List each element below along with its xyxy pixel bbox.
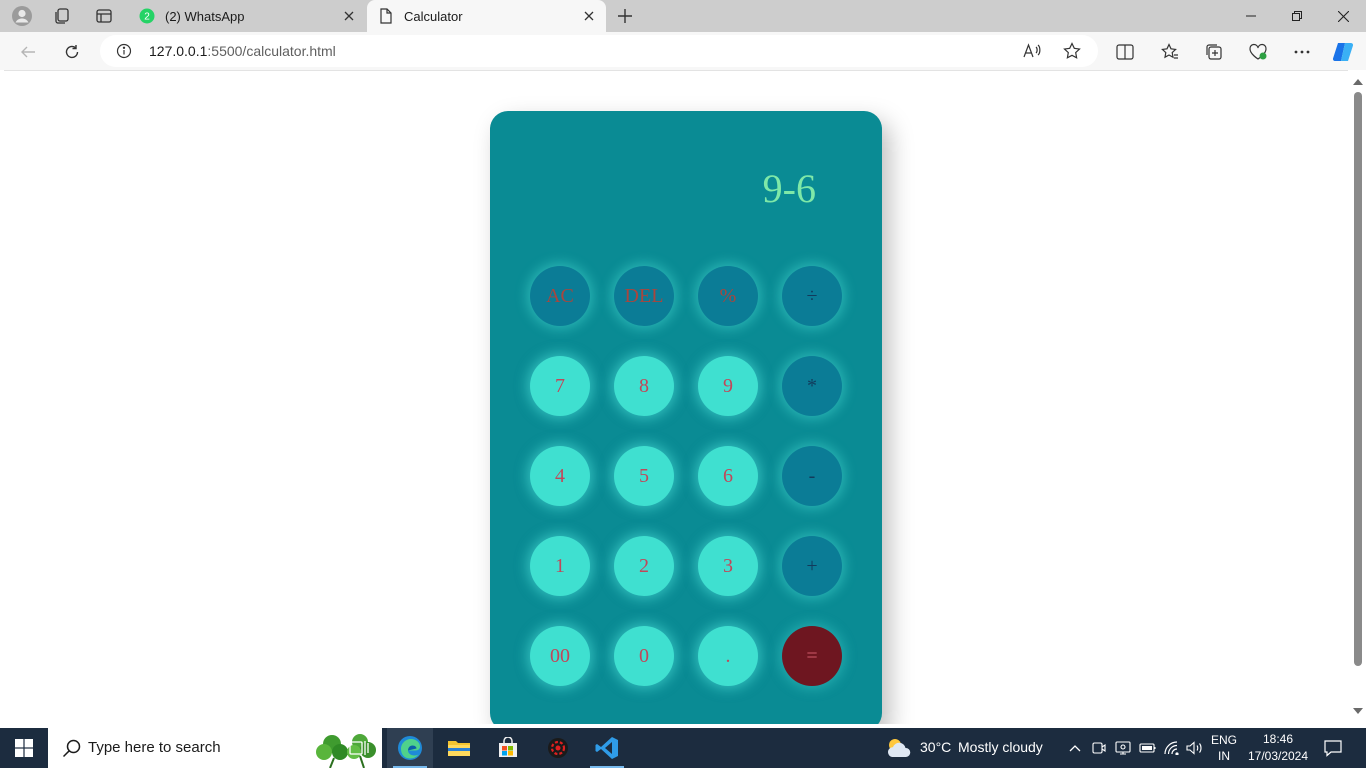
taskbar-gear-app[interactable] (535, 728, 581, 768)
new-tab-button[interactable] (614, 5, 636, 27)
wifi-icon[interactable] (1162, 728, 1182, 768)
key-add-button[interactable]: + (782, 536, 842, 596)
clock-time[interactable]: 18:46 (1246, 732, 1310, 746)
key-digit-2-button[interactable]: 2 (614, 536, 674, 596)
url-path: :5500/calculator.html (207, 43, 336, 59)
tab-strip: 2 (2) WhatsApp Calculator (0, 0, 1366, 32)
keypad: AC DEL% ÷ 7 8 9 * 4 5 6-1 2 3 +00 0. = (530, 266, 842, 686)
address-bar[interactable]: 127.0.0.1:5500/calculator.html (100, 35, 1098, 67)
vertical-scrollbar[interactable] (1348, 70, 1366, 724)
calculator: 9-6 AC DEL% ÷ 7 8 9 * 4 5 6-1 2 3 +00 0. = (490, 111, 882, 724)
volume-icon[interactable] (1185, 728, 1205, 768)
key-digit-1-button[interactable]: 1 (530, 536, 590, 596)
key-percent-button[interactable]: % (698, 266, 758, 326)
scrollbar-thumb[interactable] (1354, 92, 1362, 666)
close-window-button[interactable] (1320, 0, 1366, 32)
copilot-icon[interactable] (1330, 39, 1356, 65)
battery-icon[interactable] (1138, 728, 1158, 768)
page-icon (378, 8, 394, 24)
taskbar-file-explorer[interactable] (436, 728, 482, 768)
store-icon (499, 737, 517, 757)
key-digit-4-button[interactable]: 4 (530, 446, 590, 506)
key-digit-8-button[interactable]: 8 (614, 356, 674, 416)
key-digit-3-button[interactable]: 3 (698, 536, 758, 596)
taskbar-edge[interactable] (387, 728, 433, 768)
taskbar-search[interactable]: Type here to search (48, 728, 382, 768)
more-options-icon[interactable] (1289, 39, 1315, 65)
site-info-icon[interactable] (116, 43, 132, 59)
favorites-icon[interactable] (1157, 39, 1183, 65)
folder-icon (448, 741, 470, 756)
page-viewport: 9-6 AC DEL% ÷ 7 8 9 * 4 5 6-1 2 3 +00 0. = (4, 70, 1348, 724)
key-digit-6-button[interactable]: 6 (698, 446, 758, 506)
windows-logo-icon (15, 739, 33, 757)
key-subtract-button[interactable]: - (782, 446, 842, 506)
device-manager-icon[interactable] (1114, 728, 1132, 768)
url-host: 127.0.0.1 (149, 43, 208, 59)
workspaces-icon[interactable] (51, 5, 73, 27)
key-digit-0-button[interactable]: 0 (614, 626, 674, 686)
restore-button[interactable] (1274, 0, 1320, 32)
taskbar-vscode[interactable] (584, 728, 630, 768)
search-icon (62, 739, 81, 758)
language-code[interactable]: ENG (1210, 733, 1238, 747)
display-value: 9-6 (762, 166, 816, 211)
key-decimal-point-button[interactable]: . (698, 626, 758, 686)
language-region[interactable]: IN (1210, 749, 1238, 763)
tab-title: Calculator (404, 8, 463, 24)
scroll-up-icon[interactable] (1353, 79, 1363, 85)
browser-toolbar: 127.0.0.1:5500/calculator.html (0, 32, 1366, 70)
refresh-button[interactable] (59, 39, 85, 65)
close-tab-icon[interactable] (340, 7, 358, 25)
tab-title: (2) WhatsApp (165, 8, 245, 24)
profile-avatar-icon[interactable] (11, 5, 33, 27)
back-button[interactable] (15, 39, 41, 65)
edge-icon (398, 736, 422, 760)
notifications-icon[interactable] (1318, 728, 1348, 768)
key-digit-9-button[interactable]: 9 (698, 356, 758, 416)
weather-condition[interactable]: Mostly cloudy (958, 739, 1043, 755)
clock-date[interactable]: 17/03/2024 (1246, 749, 1310, 763)
whatsapp-icon: 2 (139, 8, 155, 24)
red-gear-icon (548, 738, 568, 758)
calculator-display: 9-6 (512, 145, 860, 235)
collections-icon[interactable] (1201, 39, 1227, 65)
task-view-button[interactable] (336, 728, 382, 768)
favorite-star-icon[interactable] (1062, 41, 1082, 61)
key-multiply-button[interactable]: * (782, 356, 842, 416)
vscode-icon (595, 737, 618, 759)
key-digit-7-button[interactable]: 7 (530, 356, 590, 416)
key-digit-00-button[interactable]: 00 (530, 626, 590, 686)
tab-actions-icon[interactable] (93, 5, 115, 27)
taskbar: Type here to search 30°C Mostly cloudy E… (0, 728, 1366, 768)
key-digit-5-button[interactable]: 5 (614, 446, 674, 506)
scroll-down-icon[interactable] (1353, 708, 1363, 714)
meet-now-icon[interactable] (1090, 728, 1108, 768)
show-hidden-icons-chevron-icon[interactable] (1066, 728, 1084, 768)
browser-essentials-icon[interactable] (1245, 39, 1271, 65)
start-button[interactable] (0, 728, 48, 768)
key-equals-button[interactable]: = (782, 626, 842, 686)
weather-icon[interactable] (884, 728, 914, 768)
tab-calculator[interactable]: Calculator (367, 0, 606, 32)
tab-whatsapp[interactable]: 2 (2) WhatsApp (128, 0, 366, 32)
close-tab-icon[interactable] (580, 7, 598, 25)
key-all-clear-button[interactable]: AC (530, 266, 590, 326)
whatsapp-badge: 2 (144, 12, 150, 23)
taskbar-microsoft-store[interactable] (485, 728, 531, 768)
key-delete-button[interactable]: DEL (614, 266, 674, 326)
task-view-icon (349, 741, 369, 755)
key-divide-button[interactable]: ÷ (782, 266, 842, 326)
search-placeholder: Type here to search (88, 739, 221, 756)
read-aloud-icon[interactable] (1022, 41, 1042, 61)
minimize-button[interactable] (1228, 0, 1274, 32)
split-screen-icon[interactable] (1112, 39, 1138, 65)
url-text: 127.0.0.1:5500/calculator.html (149, 43, 336, 59)
weather-temperature[interactable]: 30°C (920, 739, 951, 755)
